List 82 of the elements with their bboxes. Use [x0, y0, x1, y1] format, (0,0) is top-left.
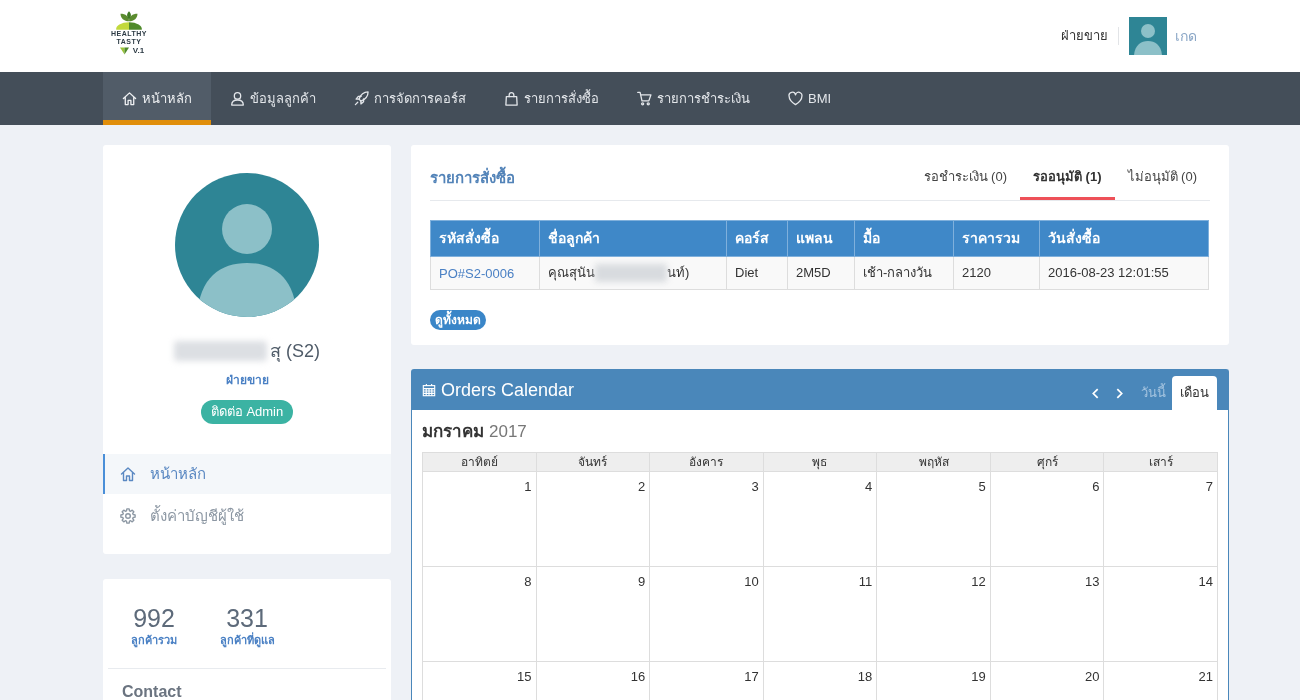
gear-icon [120, 508, 136, 524]
calendar-title: Orders Calendar [441, 378, 575, 402]
day-number: 14 [1198, 574, 1213, 589]
weekday-header: ศุกร์ [990, 452, 1104, 472]
customer-name-part: นท์) [667, 264, 690, 283]
home-icon [122, 91, 137, 106]
contact-heading: Contact [122, 682, 182, 700]
sidebar-item[interactable]: หน้าหลัก [103, 454, 391, 494]
nav-tab[interactable]: BMI [769, 72, 851, 125]
stat-label: ลูกค้าที่ดูแล [219, 633, 275, 648]
orders-title: รายการสั่งซื้อ [430, 166, 515, 188]
table-cell: 2016-08-23 12:01:55 [1039, 256, 1209, 290]
rocket-icon [354, 91, 369, 106]
calendar-icon [422, 383, 436, 397]
weekday-header: พฤหัส [876, 452, 991, 472]
nav-tab[interactable]: รายการสั่งซื้อ [485, 72, 618, 125]
day-number: 16 [630, 669, 646, 684]
logo-version: V.1 [132, 46, 145, 55]
shopping-cart-icon [637, 91, 652, 106]
weekday-header: อังคาร [649, 452, 764, 472]
day-number: 18 [857, 669, 873, 684]
table-cell: 2M5D [787, 256, 855, 290]
day-number: 1 [524, 479, 532, 494]
order-id-link[interactable]: PO#S2-0006 [439, 266, 515, 281]
day-number: 20 [1084, 669, 1100, 684]
status-tab[interactable]: รอชำระเงิน (0) [910, 156, 1020, 200]
chevron-left-icon [1091, 387, 1099, 399]
day-number: 6 [1092, 479, 1100, 494]
status-tab[interactable]: รออนุมัติ (1) [1020, 156, 1115, 200]
day-number: 9 [637, 574, 646, 589]
blurred-text [595, 264, 667, 282]
view-all-button[interactable]: ดูทั้งหมด [430, 310, 486, 330]
table-cell: Diet [726, 256, 788, 290]
user-avatar [1129, 17, 1167, 55]
user-icon [230, 91, 245, 106]
day-number: 2 [637, 479, 646, 494]
table-cell: 2120 [953, 256, 1040, 290]
customer-name-part: คุณสุนัน [548, 264, 595, 283]
triangle-logo-icon [119, 47, 129, 55]
stat-label: ลูกค้ารวม [131, 633, 177, 648]
column-header: รหัสสั่งซื้อ [430, 220, 540, 257]
column-header: มื้อ [854, 220, 954, 257]
calendar-year: 2017 [489, 421, 527, 443]
day-number: 3 [751, 479, 759, 494]
day-number: 4 [865, 479, 873, 494]
day-number: 15 [517, 669, 532, 684]
nav-tab[interactable]: หน้าหลัก [103, 72, 211, 125]
user-name: สุ (S2) [270, 340, 320, 363]
day-number: 7 [1205, 479, 1213, 494]
weekday-header: พุธ [763, 452, 877, 472]
column-header: ชื่อลูกค้า [539, 220, 727, 257]
day-number: 8 [524, 574, 532, 589]
nav-tab[interactable]: การจัดการคอร์ส [335, 72, 485, 125]
day-number: 5 [978, 479, 986, 494]
day-number: 19 [971, 669, 986, 684]
view-tab[interactable]: เดือน [1172, 376, 1217, 410]
day-number: 10 [744, 574, 759, 589]
stat-value: 331 [226, 603, 268, 632]
weekday-header: จันทร์ [536, 452, 650, 472]
user-role: ฝ่ายขาย [225, 372, 269, 389]
nav-tab[interactable]: รายการชำระเงิน [618, 72, 769, 125]
home-icon [120, 466, 136, 482]
heart-icon [788, 91, 803, 106]
weekday-header: อาทิตย์ [422, 452, 537, 472]
day-number: 17 [744, 669, 759, 684]
column-header: ราคารวม [953, 220, 1040, 257]
day-number: 13 [1084, 574, 1100, 589]
day-number: 21 [1198, 669, 1213, 684]
user-role: ฝ่ายขาย [1061, 27, 1108, 46]
status-tab[interactable]: ไม่อนุมัติ (0) [1114, 156, 1210, 200]
shopping-bag-icon [504, 91, 519, 106]
column-header: วันสั่งซื้อ [1039, 220, 1209, 257]
day-number: 11 [858, 574, 873, 589]
day-number: 12 [971, 574, 986, 589]
nav-tab[interactable]: ข้อมูลลูกค้า [211, 72, 335, 125]
calendar-month: มกราคม [422, 421, 484, 443]
column-header: คอร์ส [726, 220, 788, 257]
table-cell: เช้า-กลางวัน [854, 256, 954, 290]
weekday-header: เสาร์ [1103, 452, 1218, 472]
stat-value: 992 [133, 603, 175, 633]
column-header: แพลน [787, 220, 855, 257]
chevron-right-icon [1115, 387, 1123, 399]
